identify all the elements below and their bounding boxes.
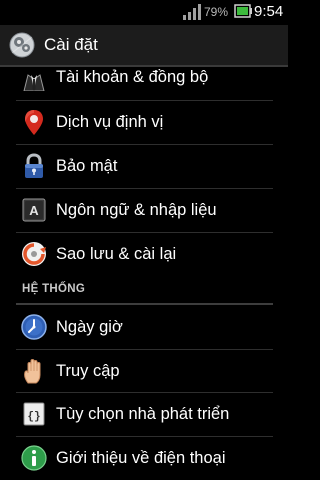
signal-bars-icon — [183, 4, 201, 20]
backup-restore-icon — [22, 242, 46, 266]
list-item-label: Ngày giờ — [56, 318, 123, 336]
svg-text:A: A — [29, 203, 39, 218]
list-item-about-phone[interactable]: Giới thiệu về điện thoại — [0, 437, 288, 480]
settings-app-icon[interactable] — [8, 31, 36, 59]
list-item-backup-reset[interactable]: Sao lưu & cài lại — [0, 233, 288, 276]
list-item-label: Giới thiệu về điện thoại — [56, 449, 226, 467]
section-header-system: HỆ THỐNG — [0, 278, 288, 305]
list-item-location[interactable]: Dịch vụ định vị — [0, 101, 288, 144]
list-item-label: Bảo mật — [56, 157, 118, 175]
section-header-label: HỆ THỐNG — [22, 283, 86, 295]
hand-icon — [24, 359, 41, 384]
status-bar: 79% 9:54 — [0, 0, 288, 25]
list-item-label: Truy cập — [56, 362, 120, 380]
list-item-label: Tài khoản & đồng bộ — [56, 68, 209, 86]
list-item-label: Ngôn ngữ & nhập liệu — [56, 201, 217, 219]
list-item-label: Dịch vụ định vị — [56, 113, 164, 131]
developer-braces-icon: {} — [23, 402, 45, 426]
lock-icon — [25, 153, 43, 178]
account-sync-icon — [23, 74, 45, 91]
battery-percent: 79% — [204, 5, 229, 19]
list-item-label: Tùy chọn nhà phát triển — [56, 405, 230, 423]
list-item-account-sync[interactable]: Tài khoản & đồng bộ — [0, 56, 288, 99]
list-item-date-time[interactable]: Ngày giờ — [0, 306, 288, 349]
list-item-label: Sao lưu & cài lại — [56, 245, 177, 263]
language-keyboard-icon: A — [22, 198, 46, 222]
location-pin-icon — [25, 110, 43, 135]
clock-time: 9:54 — [254, 3, 284, 20]
list-item-accessibility[interactable]: Truy cập — [0, 350, 288, 393]
list-item-language-input[interactable]: A Ngôn ngữ & nhập liệu — [0, 189, 288, 232]
page-title: Cài đặt — [44, 35, 98, 54]
section-divider — [16, 303, 273, 305]
info-icon — [21, 445, 47, 471]
svg-text:{}: {} — [27, 411, 40, 423]
clock-icon — [21, 314, 47, 340]
battery-icon — [234, 4, 252, 18]
list-item-developer-options[interactable]: {} Tùy chọn nhà phát triển — [0, 393, 288, 436]
list-item-security[interactable]: Bảo mật — [0, 145, 288, 188]
